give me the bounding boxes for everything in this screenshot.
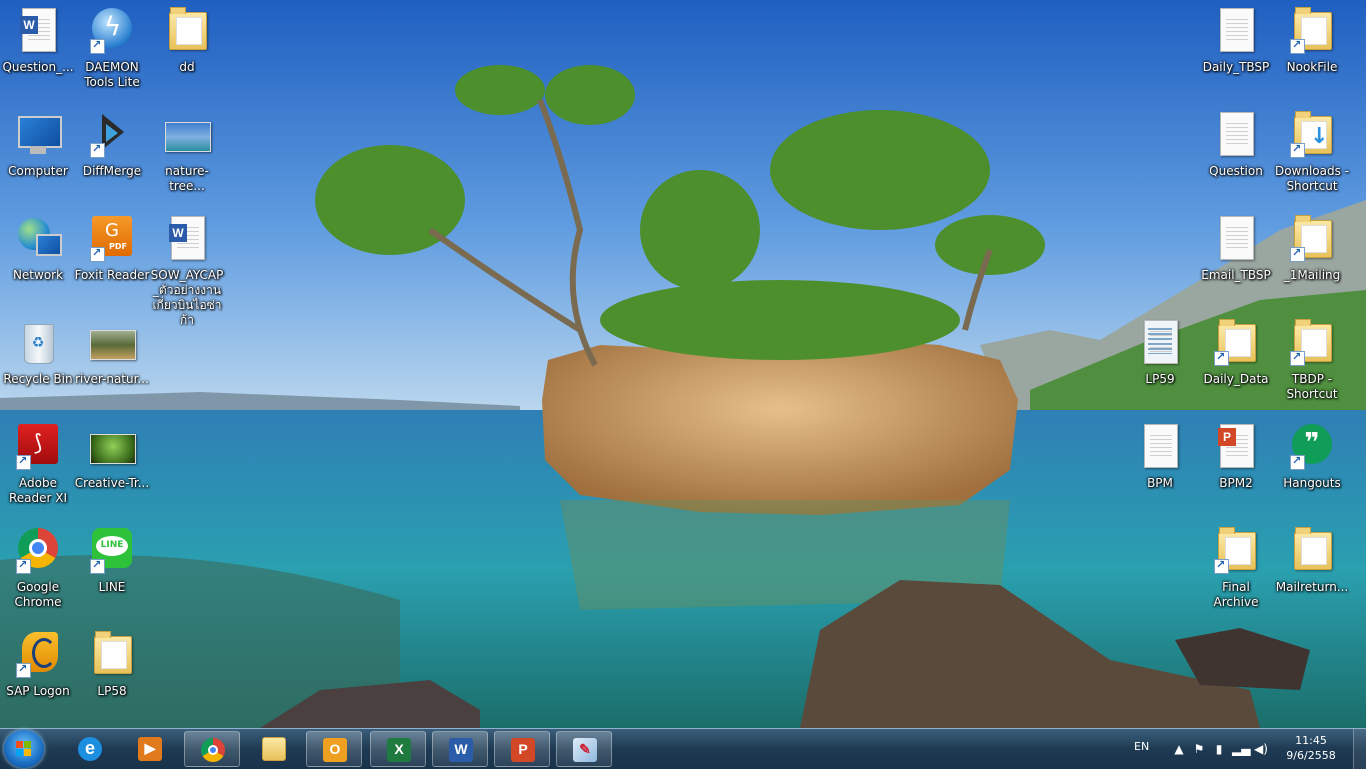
- taskbar-powerpoint[interactable]: P: [494, 731, 550, 767]
- powerpoint-file-icon: P: [1212, 422, 1260, 470]
- folder-icon: [1212, 318, 1260, 366]
- desktop-icon-google-chrome[interactable]: Google Chrome: [0, 526, 76, 610]
- taskbar-word[interactable]: W: [432, 731, 488, 767]
- chrome-icon: [201, 738, 225, 762]
- folder-icon: [262, 737, 286, 761]
- folder-icon: [1288, 318, 1336, 366]
- computer-icon: [14, 110, 62, 158]
- volume-icon[interactable]: ◀): [1254, 742, 1268, 756]
- desktop-icon-tbdp-shortcut[interactable]: TBDP - Shortcut: [1274, 318, 1350, 402]
- excel-icon: X: [387, 738, 411, 762]
- folder-icon: [1288, 6, 1336, 54]
- taskbar-file-explorer[interactable]: [246, 731, 302, 767]
- folder-icon: [1212, 526, 1260, 574]
- desktop-icon-nature-tree[interactable]: nature-tree...: [149, 110, 225, 194]
- word-doc-icon: W: [14, 6, 62, 54]
- media-player-icon: ▶: [138, 737, 162, 761]
- taskbar-media-player[interactable]: ▶: [122, 731, 178, 767]
- folder-icon: [1288, 526, 1336, 574]
- desktop-icon-downloads-shortcut[interactable]: ↓ Downloads - Shortcut: [1274, 110, 1350, 194]
- desktop-icon-bpm[interactable]: BPM: [1122, 422, 1198, 491]
- desktop-icon-final-archive[interactable]: Final Archive: [1198, 526, 1274, 610]
- text-file-icon: [1212, 214, 1260, 262]
- action-center-flag-icon[interactable]: ⚑: [1192, 742, 1206, 756]
- power-icon[interactable]: ▮: [1212, 742, 1226, 756]
- desktop-icon-lp58[interactable]: LP58: [74, 630, 150, 699]
- desktop-icon-line[interactable]: LINE LINE: [74, 526, 150, 595]
- clock-time: 11:45: [1295, 734, 1327, 747]
- ie-icon: e: [78, 737, 102, 761]
- diffmerge-icon: [88, 110, 136, 158]
- hangouts-icon: ❞: [1288, 422, 1336, 470]
- desktop-icon-network[interactable]: Network: [0, 214, 76, 283]
- folder-icon: [88, 630, 136, 678]
- taskbar-internet-explorer[interactable]: e: [62, 731, 118, 767]
- word-doc-icon: W: [163, 214, 211, 262]
- desktop-icon-recycle-bin[interactable]: ♻ Recycle Bin: [0, 318, 76, 387]
- line-icon: LINE: [88, 526, 136, 574]
- taskbar-paint[interactable]: ✎: [556, 731, 612, 767]
- desktop-icon-daily-data[interactable]: Daily_Data: [1198, 318, 1274, 387]
- downloads-folder-icon: ↓: [1288, 110, 1336, 158]
- text-file-icon: [1212, 110, 1260, 158]
- clock[interactable]: 11:45 9/6/2558: [1276, 733, 1346, 763]
- desktop-icon-daily-tbsp[interactable]: Daily_TBSP: [1198, 6, 1274, 75]
- taskbar-outlook[interactable]: O: [306, 731, 362, 767]
- desktop-icon-dd[interactable]: dd: [149, 6, 225, 75]
- start-button[interactable]: [4, 730, 44, 768]
- folder-icon: [1288, 214, 1336, 262]
- desktop-icon-email-tbsp[interactable]: Email_TBSP: [1198, 214, 1274, 283]
- desktop-icon-bpm2[interactable]: P BPM2: [1198, 422, 1274, 491]
- desktop-icon-river-nature[interactable]: river-natur...: [74, 318, 150, 387]
- network-icon: [14, 214, 62, 262]
- desktop-icon-sow-aycap[interactable]: W SOW_AYCAP_ตัวอย่างงานเกี่ยวบินไอซ่าก้า: [149, 214, 225, 328]
- desktop-icon-sap-logon[interactable]: SAP Logon: [0, 630, 76, 699]
- system-tray: EN ▲ ⚑ ▮ ▂▄ ◀) 11:45 9/6/2558: [1126, 729, 1366, 769]
- desktop-icon-adobe-reader[interactable]: ⟆ Adobe Reader XI: [0, 422, 76, 506]
- show-hidden-icons-icon[interactable]: ▲: [1172, 742, 1186, 756]
- chrome-icon: [14, 526, 62, 574]
- word-icon: W: [449, 738, 473, 762]
- image-file-icon: [88, 422, 136, 470]
- sap-logon-icon: [14, 630, 62, 678]
- desktop-icon-diffmerge[interactable]: DiffMerge: [74, 110, 150, 179]
- desktop-icon-daemon-tools[interactable]: ϟ DAEMON Tools Lite: [74, 6, 150, 90]
- desktop-icon-lp59[interactable]: LP59: [1122, 318, 1198, 387]
- desktop-icon-1mailing[interactable]: _1Mailing: [1274, 214, 1350, 283]
- foxit-reader-icon: G PDF: [88, 214, 136, 262]
- show-desktop-button[interactable]: [1353, 729, 1366, 769]
- taskbar-chrome[interactable]: [184, 731, 240, 767]
- powerpoint-icon: P: [511, 738, 535, 762]
- folder-icon: [163, 6, 211, 54]
- outlook-icon: O: [323, 738, 347, 762]
- taskbar: e ▶ O X W P ✎ EN ▲ ⚑ ▮ ▂▄ ◀) 11:45 9/6/2…: [0, 728, 1366, 769]
- desktop-icon-foxit-reader[interactable]: G PDF Foxit Reader: [74, 214, 150, 283]
- desktop-icon-mailreturn[interactable]: Mailreturn...: [1274, 526, 1350, 595]
- desktop-icon-hangouts[interactable]: ❞ Hangouts: [1274, 422, 1350, 491]
- image-file-icon: [88, 318, 136, 366]
- text-file-icon: [1212, 6, 1260, 54]
- desktop-icon-question[interactable]: W Question_...: [0, 6, 76, 75]
- desktop-icon-creative-tree[interactable]: Creative-Tr...: [74, 422, 150, 491]
- text-file-icon: [1136, 422, 1184, 470]
- language-indicator[interactable]: EN: [1134, 740, 1149, 753]
- network-signal-icon[interactable]: ▂▄: [1232, 742, 1250, 756]
- paint-icon: ✎: [573, 738, 597, 762]
- image-file-icon: [163, 110, 211, 158]
- desktop-icon-computer[interactable]: Computer: [0, 110, 76, 179]
- clock-date: 9/6/2558: [1286, 749, 1336, 762]
- adobe-reader-icon: ⟆: [14, 422, 62, 470]
- desktop-icon-nookfile[interactable]: NookFile: [1274, 6, 1350, 75]
- recycle-bin-icon: ♻: [14, 318, 62, 366]
- text-file-icon: [1136, 318, 1184, 366]
- taskbar-excel[interactable]: X: [370, 731, 426, 767]
- desktop-icon-question-txt[interactable]: Question: [1198, 110, 1274, 179]
- windows-start-icon: [16, 741, 32, 757]
- daemon-tools-icon: ϟ: [88, 6, 136, 54]
